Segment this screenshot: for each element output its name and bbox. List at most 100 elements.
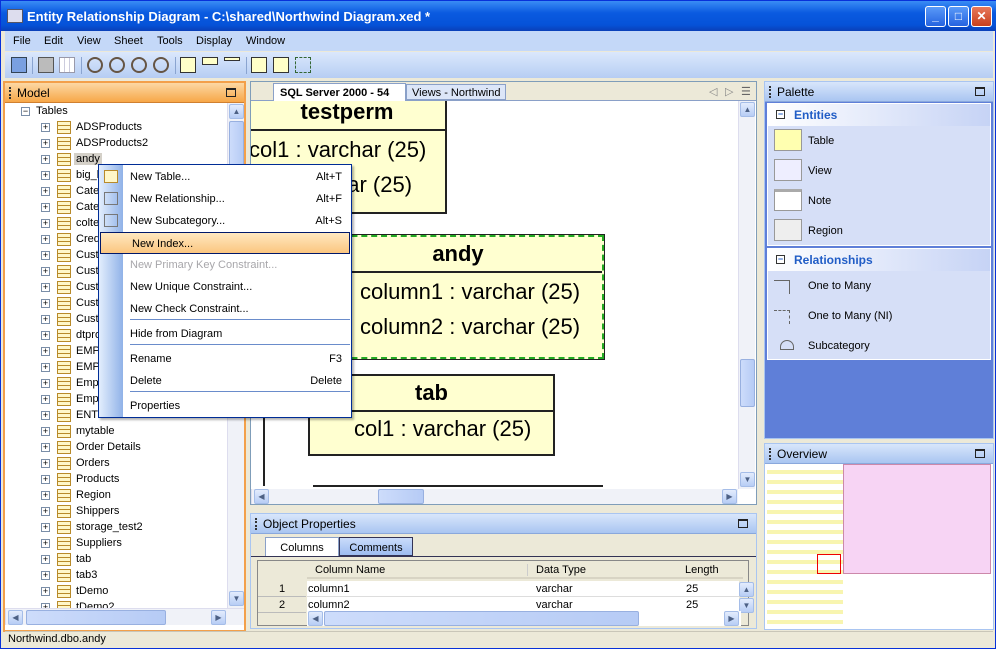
zoom-actual-icon[interactable] [87, 57, 103, 73]
grid-cell[interactable]: varchar [535, 581, 685, 597]
diagram-horizontal-scrollbar[interactable]: ◀ ▶ [251, 489, 738, 504]
palette-item-note[interactable]: Note [808, 195, 831, 207]
menu-item-new-unique-constraint[interactable]: New Unique Constraint... [99, 276, 351, 298]
scroll-right-button[interactable]: ▶ [724, 611, 739, 626]
expand-icon[interactable]: + [41, 443, 50, 452]
table-detail-icon[interactable] [251, 57, 267, 73]
palette-item-region[interactable]: Region [808, 225, 843, 237]
tab-columns[interactable]: Columns [265, 537, 339, 557]
expand-icon[interactable]: + [41, 587, 50, 596]
zoom-fit-icon[interactable] [153, 57, 169, 73]
relationship-icon[interactable] [295, 57, 311, 73]
grip-icon[interactable] [9, 87, 11, 99]
scroll-down-button[interactable]: ▼ [740, 472, 755, 487]
expand-icon[interactable]: + [41, 539, 50, 548]
expand-icon[interactable]: + [41, 299, 50, 308]
grid-cell[interactable]: column1 [307, 581, 535, 597]
header-length[interactable]: Length [685, 564, 719, 576]
grid-icon[interactable] [59, 57, 75, 73]
expand-icon[interactable]: + [41, 347, 50, 356]
menu-item-hide-from-diagram[interactable]: Hide from Diagram [99, 323, 351, 345]
scroll-left-button[interactable]: ◀ [8, 610, 23, 625]
tab-next-icon[interactable]: ▷ [725, 85, 733, 98]
restore-icon[interactable] [738, 519, 748, 528]
expand-icon[interactable]: + [41, 187, 50, 196]
menu-item-properties[interactable]: Properties [99, 395, 351, 417]
minimize-button[interactable]: _ [925, 6, 946, 27]
expand-icon[interactable]: + [41, 123, 50, 132]
menu-item-new-relationship[interactable]: New Relationship... Alt+F [99, 188, 351, 210]
collapse-icon[interactable]: − [21, 107, 30, 116]
save-icon[interactable] [11, 57, 27, 73]
palette-item-subcategory[interactable]: Subcategory [808, 340, 870, 352]
expand-icon[interactable]: + [41, 475, 50, 484]
expand-icon[interactable]: + [41, 331, 50, 340]
collapse-icon[interactable]: − [776, 110, 785, 119]
scroll-right-button[interactable]: ▶ [722, 489, 737, 504]
scroll-up-button[interactable]: ▲ [740, 102, 755, 117]
table-header-icon[interactable] [273, 57, 289, 73]
expand-icon[interactable]: + [41, 283, 50, 292]
expand-icon[interactable]: + [41, 523, 50, 532]
note-icon[interactable] [224, 57, 240, 61]
restore-icon[interactable] [975, 87, 985, 96]
scroll-thumb[interactable] [324, 611, 639, 626]
diagram-vertical-scrollbar[interactable]: ▲ ▼ [738, 101, 755, 489]
menu-window[interactable]: Window [246, 35, 285, 47]
expand-icon[interactable]: + [41, 459, 50, 468]
scroll-down-button[interactable]: ▼ [739, 598, 754, 613]
menu-edit[interactable]: Edit [44, 35, 63, 47]
menu-item-new-check-constraint[interactable]: New Check Constraint... [99, 298, 351, 320]
header-column-name[interactable]: Column Name [315, 564, 385, 576]
expand-icon[interactable]: + [41, 219, 50, 228]
expand-icon[interactable]: + [41, 491, 50, 500]
expand-icon[interactable]: + [41, 315, 50, 324]
menu-sheet[interactable]: Sheet [114, 35, 143, 47]
tab-comments[interactable]: Comments [339, 537, 413, 556]
expand-icon[interactable]: + [41, 363, 50, 372]
scroll-right-button[interactable]: ▶ [211, 610, 226, 625]
zoom-in-icon[interactable] [109, 57, 125, 73]
maximize-button[interactable]: □ [948, 6, 969, 27]
grip-icon[interactable] [769, 86, 771, 98]
menu-item-new-index[interactable]: New Index... [100, 232, 350, 254]
menu-item-delete[interactable]: Delete Delete [99, 370, 351, 392]
scroll-thumb[interactable] [378, 489, 424, 504]
scroll-up-button[interactable]: ▲ [739, 582, 754, 597]
palette-item-table[interactable]: Table [808, 135, 834, 147]
menu-file[interactable]: File [13, 35, 31, 47]
collapse-icon[interactable]: − [776, 255, 785, 264]
expand-icon[interactable]: + [41, 267, 50, 276]
entity-andy[interactable]: andy column1 : varchar (25) column2 : va… [311, 234, 605, 360]
group-header[interactable]: − Relationships [768, 249, 990, 271]
expand-icon[interactable]: + [41, 411, 50, 420]
expand-icon[interactable]: + [41, 203, 50, 212]
expand-icon[interactable]: + [41, 379, 50, 388]
expand-icon[interactable]: + [41, 171, 50, 180]
scroll-thumb[interactable] [26, 610, 166, 625]
menu-item-new-table[interactable]: New Table... Alt+T [99, 166, 351, 188]
restore-icon[interactable] [975, 449, 985, 458]
grip-icon[interactable] [769, 448, 771, 460]
zoom-out-icon[interactable] [131, 57, 147, 73]
grid-cell[interactable]: 25 [685, 581, 739, 597]
close-button[interactable]: ✕ [971, 6, 992, 27]
scroll-left-button[interactable]: ◀ [308, 611, 323, 626]
model-horizontal-scrollbar[interactable]: ◀ ▶ [5, 608, 244, 625]
expand-icon[interactable]: + [41, 555, 50, 564]
restore-icon[interactable] [226, 88, 236, 97]
expand-icon[interactable]: + [41, 507, 50, 516]
header-data-type[interactable]: Data Type [527, 564, 586, 576]
scroll-up-button[interactable]: ▲ [229, 104, 244, 119]
expand-icon[interactable]: + [41, 571, 50, 580]
overview-viewport[interactable] [817, 554, 841, 574]
expand-icon[interactable]: + [41, 427, 50, 436]
tab-prev-icon[interactable]: ◁ [709, 85, 717, 98]
tab-list-icon[interactable]: ☰ [741, 85, 751, 98]
grip-icon[interactable] [255, 518, 257, 530]
palette-item-one-to-many-ni[interactable]: One to Many (NI) [808, 310, 892, 322]
scroll-thumb[interactable] [740, 359, 755, 407]
menu-item-new-subcategory[interactable]: New Subcategory... Alt+S [99, 210, 351, 232]
view-icon[interactable] [202, 57, 218, 65]
group-header[interactable]: − Entities [768, 104, 990, 126]
